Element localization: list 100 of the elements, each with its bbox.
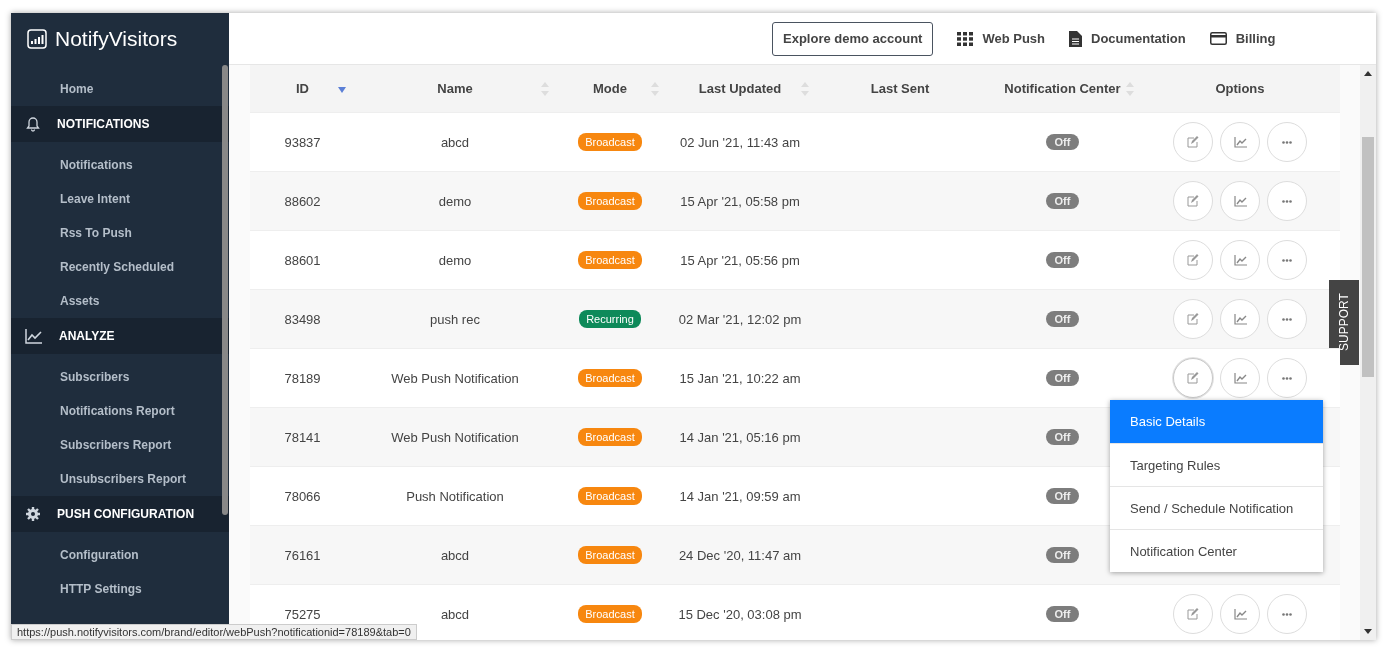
sidebar-item[interactable]: Recently Scheduled: [11, 250, 229, 284]
sidebar-item[interactable]: Home: [11, 72, 229, 106]
analytics-button[interactable]: [1220, 358, 1260, 398]
scroll-down-icon[interactable]: [1364, 629, 1372, 634]
column-header: Mode: [593, 81, 627, 96]
mode-tag: Broadcast: [578, 369, 642, 387]
more-icon: [1282, 376, 1292, 380]
edit-button[interactable]: [1173, 181, 1213, 221]
edit-button[interactable]: [1173, 358, 1213, 398]
support-tab[interactable]: SUPPORT: [1329, 280, 1359, 365]
sidebar-item[interactable]: Notifications Report: [11, 394, 229, 428]
id-cell: 76161: [284, 547, 321, 563]
sidebar-item[interactable]: Subscribers Report: [11, 428, 229, 462]
name-cell: push rec: [430, 311, 480, 327]
id-cell: 78141: [284, 429, 321, 445]
column-header: Last Sent: [870, 81, 930, 96]
date-cell: 14 Jan '21, 05:16 pm: [679, 429, 801, 445]
toggle-switch[interactable]: Off: [1045, 370, 1080, 386]
name-cell: demo: [438, 252, 472, 268]
scrollbar-thumb[interactable]: [1362, 137, 1374, 377]
analytics-button[interactable]: [1220, 594, 1260, 634]
more-icon: [1282, 612, 1292, 616]
menu-item[interactable]: Basic Details: [1110, 400, 1323, 443]
sidebar-item[interactable]: Rss To Push: [11, 216, 229, 250]
date-cell: 02 Mar '21, 12:02 pm: [678, 311, 802, 327]
gear-icon: [25, 506, 41, 522]
more-icon: [1282, 258, 1292, 262]
analytics-button[interactable]: [1220, 122, 1260, 162]
name-cell: abcd: [440, 134, 470, 150]
toggle-switch[interactable]: Off: [1045, 311, 1080, 327]
edit-button[interactable]: [1173, 240, 1213, 280]
toggle-switch[interactable]: Off: [1045, 606, 1080, 622]
explore-demo-button[interactable]: Explore demo account: [772, 21, 934, 56]
line-chart-icon: [1233, 313, 1247, 325]
toggle-switch[interactable]: Off: [1045, 429, 1080, 445]
document-icon: [1069, 30, 1083, 47]
status-bar-url: https://push.notifyvisitors.com/brand/editor/webPush?notificationid=78189&tab=0: [11, 624, 417, 640]
header-link[interactable]: Documentation: [1069, 30, 1186, 47]
scroll-up-icon[interactable]: [1364, 71, 1372, 76]
toggle-switch[interactable]: Off: [1045, 193, 1080, 209]
more-icon: [1282, 317, 1292, 321]
sidebar-item[interactable]: Assets: [11, 284, 229, 318]
sidebar-section-header[interactable]: NOTIFICATIONS: [11, 106, 229, 142]
more-button[interactable]: [1267, 594, 1307, 634]
sidebar-item[interactable]: Unsubscribers Report: [11, 462, 229, 496]
line-chart-icon: [1233, 372, 1247, 384]
line-chart-icon: [25, 328, 43, 344]
line-chart-icon: [1233, 195, 1247, 207]
toggle-switch[interactable]: Off: [1045, 134, 1080, 150]
sidebar-section-header[interactable]: ANALYZE: [11, 318, 229, 354]
name-cell: Push Notification: [406, 488, 504, 504]
column-header: Options: [1215, 81, 1265, 96]
mode-tag: Broadcast: [578, 428, 642, 446]
sort-descending-icon[interactable]: [337, 86, 347, 94]
column-header: Last Updated: [698, 81, 782, 96]
edit-button[interactable]: [1173, 122, 1213, 162]
edit-icon: [1187, 313, 1199, 325]
analytics-button[interactable]: [1220, 240, 1260, 280]
edit-icon: [1187, 608, 1199, 620]
mode-tag: Broadcast: [578, 192, 642, 210]
sidebar-item[interactable]: Notifications: [11, 148, 229, 182]
mode-tag: Broadcast: [578, 487, 642, 505]
mode-tag: Broadcast: [578, 133, 642, 151]
sidebar-section-header[interactable]: PUSH CONFIGURATION: [11, 496, 229, 532]
name-cell: Web Push Notification: [391, 429, 519, 445]
sidebar-item[interactable]: Leave Intent: [11, 182, 229, 216]
more-icon: [1282, 140, 1292, 144]
toggle-switch[interactable]: Off: [1045, 252, 1080, 268]
edit-icon: [1187, 195, 1199, 207]
more-button[interactable]: [1267, 240, 1307, 280]
credit-card-icon: [1209, 32, 1227, 45]
more-button[interactable]: [1267, 181, 1307, 221]
bell-icon: [25, 116, 41, 132]
date-cell: 14 Jan '21, 09:59 am: [679, 488, 801, 504]
analytics-button[interactable]: [1220, 181, 1260, 221]
more-button[interactable]: [1267, 122, 1307, 162]
more-button[interactable]: [1267, 358, 1307, 398]
date-cell: 15 Jan '21, 10:22 am: [679, 370, 801, 386]
id-cell: 75275: [284, 606, 321, 622]
more-button[interactable]: [1267, 299, 1307, 339]
name-cell: abcd: [440, 606, 470, 622]
id-cell: 78189: [284, 370, 321, 386]
toggle-switch[interactable]: Off: [1045, 547, 1080, 563]
date-cell: 15 Apr '21, 05:56 pm: [680, 252, 800, 268]
toggle-switch[interactable]: Off: [1045, 488, 1080, 504]
sidebar-item[interactable]: Subscribers: [11, 360, 229, 394]
logo-icon: [27, 29, 47, 49]
id-cell: 78066: [284, 488, 321, 504]
header-link[interactable]: Web Push: [957, 31, 1046, 46]
sidebar-item[interactable]: HTTP Settings: [11, 572, 229, 606]
edit-button[interactable]: [1173, 594, 1213, 634]
edit-button[interactable]: [1173, 299, 1213, 339]
sidebar-item[interactable]: Configuration: [11, 538, 229, 572]
id-cell: 83498: [284, 311, 321, 327]
name-cell: demo: [438, 193, 472, 209]
analytics-button[interactable]: [1220, 299, 1260, 339]
column-header: Notification Center: [1004, 81, 1121, 96]
header-link[interactable]: Billing: [1209, 31, 1276, 46]
mode-tag: Recurring: [579, 310, 641, 328]
line-chart-icon: [1233, 608, 1247, 620]
